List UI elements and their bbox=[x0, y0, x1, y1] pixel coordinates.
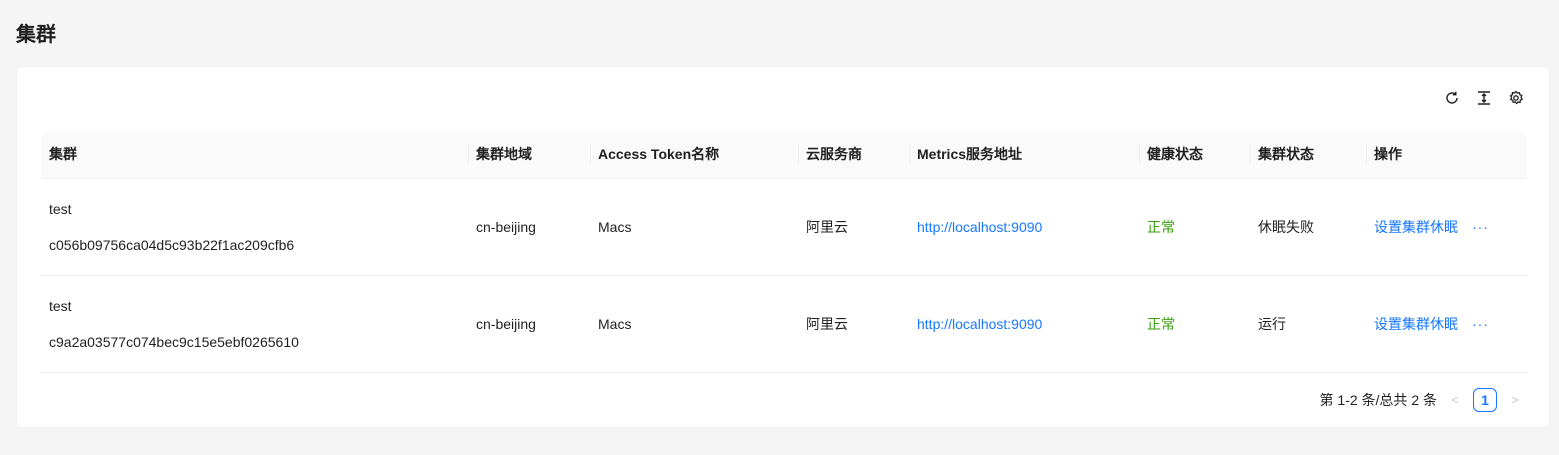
health-status: 正常 bbox=[1147, 315, 1175, 332]
cluster-name: test bbox=[49, 200, 72, 217]
next-page-icon[interactable]: > bbox=[1505, 393, 1525, 407]
column-header-token: Access Token名称 bbox=[590, 131, 798, 179]
more-actions-icon[interactable]: ··· bbox=[1472, 316, 1489, 332]
status-cell: 运行 bbox=[1250, 275, 1366, 373]
actions-cell: 设置集群休眠 ··· bbox=[1366, 178, 1527, 276]
cluster-table: 集群 集群地域 Access Token名称 云服务商 Metrics服务地址 … bbox=[41, 131, 1527, 373]
region-cell: cn-beijing bbox=[468, 178, 590, 276]
token-cell: Macs bbox=[590, 178, 798, 276]
column-header-health: 健康状态 bbox=[1139, 131, 1250, 179]
set-hibernate-button[interactable]: 设置集群休眠 bbox=[1374, 314, 1458, 334]
table-header-row: 集群 集群地域 Access Token名称 云服务商 Metrics服务地址 … bbox=[41, 131, 1527, 179]
cluster-table-card: 集群 集群地域 Access Token名称 云服务商 Metrics服务地址 … bbox=[16, 66, 1550, 428]
health-cell: 正常 bbox=[1139, 178, 1250, 276]
column-height-icon[interactable] bbox=[1475, 89, 1493, 107]
health-cell: 正常 bbox=[1139, 275, 1250, 373]
provider-cell: 阿里云 bbox=[798, 275, 909, 373]
provider-cell: 阿里云 bbox=[798, 178, 909, 276]
setting-icon[interactable] bbox=[1507, 89, 1525, 107]
cluster-cell: test c056b09756ca04d5c93b22f1ac209cfb6 bbox=[41, 178, 468, 276]
metrics-cell: http://localhost:9090 bbox=[909, 275, 1139, 373]
column-header-provider: 云服务商 bbox=[798, 131, 909, 179]
cluster-id: c056b09756ca04d5c93b22f1ac209cfb6 bbox=[49, 236, 295, 253]
status-cell: 休眠失败 bbox=[1250, 178, 1366, 276]
metrics-link[interactable]: http://localhost:9090 bbox=[917, 219, 1042, 235]
actions-cell: 设置集群休眠 ··· bbox=[1366, 275, 1527, 373]
column-header-cluster: 集群 bbox=[41, 131, 468, 179]
pagination-summary: 第 1-2 条/总共 2 条 bbox=[1319, 392, 1437, 408]
table-toolbar bbox=[1443, 89, 1525, 107]
page-title: 集群 bbox=[16, 24, 56, 46]
health-status: 正常 bbox=[1147, 218, 1175, 235]
column-header-metrics: Metrics服务地址 bbox=[909, 131, 1139, 179]
metrics-cell: http://localhost:9090 bbox=[909, 178, 1139, 276]
cluster-id: c9a2a03577c074bec9c15e5ebf0265610 bbox=[49, 333, 299, 350]
page-1-button[interactable]: 1 bbox=[1473, 388, 1497, 412]
table-row: test c056b09756ca04d5c93b22f1ac209cfb6 c… bbox=[41, 178, 1527, 276]
reload-icon[interactable] bbox=[1443, 89, 1461, 107]
more-actions-icon[interactable]: ··· bbox=[1472, 219, 1489, 235]
table-row: test c9a2a03577c074bec9c15e5ebf0265610 c… bbox=[41, 275, 1527, 373]
column-header-actions: 操作 bbox=[1366, 131, 1527, 179]
metrics-link[interactable]: http://localhost:9090 bbox=[917, 316, 1042, 332]
set-hibernate-button[interactable]: 设置集群休眠 bbox=[1374, 217, 1458, 237]
cluster-cell: test c9a2a03577c074bec9c15e5ebf0265610 bbox=[41, 275, 468, 373]
region-cell: cn-beijing bbox=[468, 275, 590, 373]
prev-page-icon[interactable]: < bbox=[1445, 393, 1465, 407]
column-header-region: 集群地域 bbox=[468, 131, 590, 179]
pagination: 第 1-2 条/总共 2 条 < 1 > bbox=[1320, 388, 1525, 412]
token-cell: Macs bbox=[590, 275, 798, 373]
column-header-status: 集群状态 bbox=[1250, 131, 1366, 179]
cluster-name: test bbox=[49, 297, 72, 314]
